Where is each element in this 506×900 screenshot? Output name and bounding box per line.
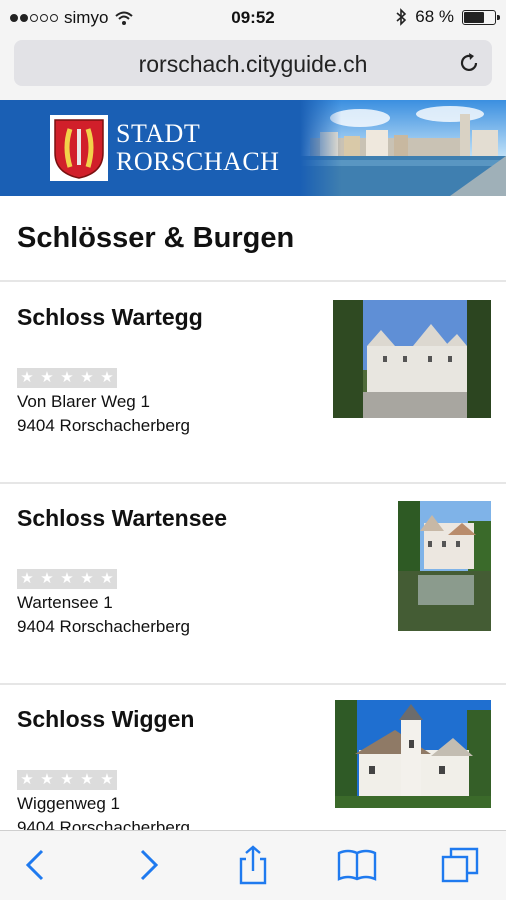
star-icon: ★ [57,368,77,388]
star-icon: ★ [97,569,117,589]
rating-stars: ★ ★ ★ ★ ★ [17,368,117,388]
reload-icon[interactable] [456,50,482,76]
tabs-icon[interactable] [441,845,481,885]
star-icon: ★ [77,368,97,388]
star-icon: ★ [77,569,97,589]
star-icon: ★ [97,368,117,388]
list-item[interactable]: Schloss Wartegg ★ ★ ★ ★ ★ Von Blarer Weg 1 9… [0,284,506,484]
page-title: Schlösser & Burgen [17,222,295,254]
rating-stars: ★ ★ ★ ★ ★ [17,569,117,589]
item-address: Von Blarer Weg 1 9404 Rorschacherberg [17,392,190,435]
item-name: Schloss Wartegg [17,304,203,330]
banner-title: STADT RORSCHACH [116,119,280,176]
item-name: Schloss Wartensee [17,505,228,531]
star-icon: ★ [17,368,37,388]
browser-toolbar [0,830,506,900]
forward-icon[interactable] [128,845,168,885]
battery-percent: 68 % [415,7,454,26]
url-text[interactable]: rorschach.cityguide.ch [14,51,492,78]
star-icon: ★ [37,770,57,790]
bluetooth-icon [396,8,407,26]
star-icon: ★ [17,770,37,790]
star-icon: ★ [57,569,77,589]
city-banner[interactable]: STADT RORSCHACH [0,100,506,196]
harbor-photo [300,100,506,196]
share-icon[interactable] [233,845,273,885]
page-heading: Schlösser & Burgen [0,196,506,282]
castle-photo [398,501,491,631]
star-icon: ★ [37,569,57,589]
star-icon: ★ [37,368,57,388]
rating-stars: ★ ★ ★ ★ ★ [17,770,117,790]
star-icon: ★ [97,770,117,790]
star-icon: ★ [17,569,37,589]
status-bar: simyo 09:52 68 % [0,0,506,34]
browser-address-area: rorschach.cityguide.ch [0,34,506,100]
castle-photo [335,700,491,808]
coat-of-arms-logo [50,115,108,181]
castle-photo [333,300,491,418]
address-bar[interactable]: rorschach.cityguide.ch [14,40,492,86]
list-item[interactable]: Schloss Wartensee ★ ★ ★ ★ ★ Wartensee 1 9404… [0,485,506,685]
bookmarks-icon[interactable] [337,845,377,885]
item-address: Wartensee 1 9404 Rorschacherberg [17,593,190,636]
star-icon: ★ [57,770,77,790]
item-name: Schloss Wiggen [17,706,195,732]
star-icon: ★ [77,770,97,790]
battery-icon [462,9,500,25]
back-icon[interactable] [16,845,56,885]
